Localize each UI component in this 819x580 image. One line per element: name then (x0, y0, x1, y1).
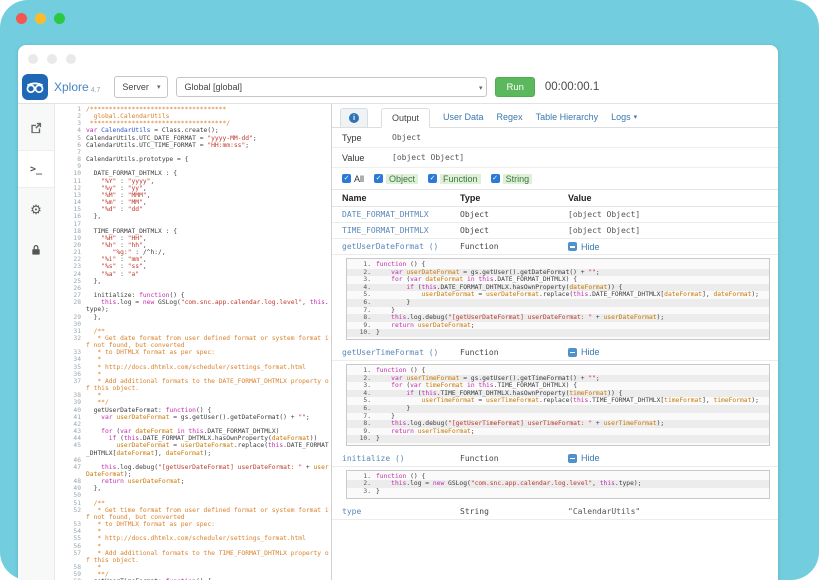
result-row: typeString"CalendarUtils" (332, 504, 778, 520)
zoom-window-button[interactable] (54, 13, 65, 24)
result-row: DATE_FORMAT_DHTMLXObject[object Object] (332, 207, 778, 223)
result-type: Object (460, 210, 568, 219)
tab-logs[interactable]: Logs ▾ (611, 112, 637, 127)
tab-output[interactable]: Output (381, 108, 430, 128)
result-name-link[interactable]: initialize () (342, 454, 460, 463)
toolbar: Xplore 4.7 Server ▾ ▾ Run 00:00:00.1 (18, 71, 778, 104)
result-value: "CalendarUtils" (568, 507, 778, 516)
result-row: initialize ()FunctionHide (332, 451, 778, 467)
window-dot (66, 54, 76, 64)
function-source-block: 1.function () {2. this.log = new GSLog("… (346, 470, 770, 499)
column-name: Name (342, 193, 460, 203)
close-window-button[interactable] (16, 13, 27, 24)
type-row: Type Object (332, 128, 778, 148)
hide-button[interactable]: Hide (568, 453, 778, 463)
result-name-link[interactable]: getUserTimeFormat () (342, 348, 460, 357)
result-value: [object Object] (568, 226, 778, 235)
caret-down-icon: ▾ (157, 83, 161, 91)
result-type: String (460, 507, 568, 516)
hide-button[interactable]: Hide (568, 347, 778, 357)
checkbox-checked-icon[interactable]: ✓ (374, 174, 383, 183)
result-value: [object Object] (568, 210, 778, 219)
code-editor[interactable]: 1/************************************2 … (55, 104, 332, 580)
function-source-block: 1.function () {2. var userDateFormat = g… (346, 258, 770, 340)
server-select[interactable]: Server ▾ (114, 76, 168, 98)
open-in-new-icon[interactable] (18, 110, 54, 146)
xplore-window: Xplore 4.7 Server ▾ ▾ Run 00:00:00.1 (18, 45, 778, 580)
minimize-window-button[interactable] (35, 13, 46, 24)
result-type: Function (460, 242, 568, 251)
screenshot-frame: Xplore 4.7 Server ▾ ▾ Run 00:00:00.1 (0, 0, 819, 580)
tab-table-hierarchy[interactable]: Table Hierarchy (536, 112, 599, 127)
side-iconbar: >_ ⚙ (18, 104, 55, 580)
result-row: TIME_FORMAT_DHTMLXObject[object Object] (332, 223, 778, 239)
caret-down-icon: ▾ (634, 113, 638, 121)
checkbox-checked-icon[interactable]: ✓ (491, 174, 500, 183)
hide-button[interactable]: Hide (568, 242, 778, 252)
scope-input[interactable] (176, 77, 487, 97)
collapse-icon (568, 348, 577, 357)
result-type: Function (460, 454, 568, 463)
app-version: 4.7 (91, 87, 101, 94)
tab-info[interactable]: i (340, 108, 368, 127)
filter-row: ✓ All ✓ Object ✓ Function ✓ String (332, 168, 778, 189)
gear-icon[interactable]: ⚙ (18, 192, 54, 228)
xplore-logo-icon (22, 74, 48, 100)
filter-object[interactable]: ✓ Object (374, 174, 418, 184)
results-pane: i Output User Data Regex Table Hierarchy… (332, 104, 778, 580)
value-row: Value [object Object] (332, 148, 778, 168)
function-source-block: 1.function () {2. var userTimeFormat = g… (346, 364, 770, 446)
traffic-lights (16, 13, 65, 24)
app-title: Xplore (54, 80, 89, 94)
type-value: Object (392, 133, 421, 142)
info-icon: i (349, 113, 359, 123)
filter-string[interactable]: ✓ String (491, 174, 533, 184)
terminal-icon[interactable]: >_ (18, 150, 54, 188)
run-button[interactable]: Run (495, 77, 534, 97)
execution-timer: 00:00:00.1 (545, 81, 599, 93)
checkbox-checked-icon[interactable]: ✓ (342, 174, 351, 183)
filter-function[interactable]: ✓ Function (428, 174, 481, 184)
checkbox-checked-icon[interactable]: ✓ (428, 174, 437, 183)
collapse-icon (568, 242, 577, 251)
result-row: getUserDateFormat ()FunctionHide (332, 239, 778, 255)
lock-icon[interactable] (18, 232, 54, 268)
value-label: Value (342, 153, 392, 163)
result-name-link[interactable]: getUserDateFormat () (342, 242, 460, 251)
results-table-header: Name Type Value (332, 189, 778, 207)
caret-down-icon: ▾ (479, 84, 483, 92)
window-dot (47, 54, 57, 64)
window-dot (28, 54, 38, 64)
result-name-link[interactable]: DATE_FORMAT_DHTMLX (342, 210, 460, 219)
result-row: getUserTimeFormat ()FunctionHide (332, 345, 778, 361)
type-label: Type (342, 133, 392, 143)
results-tabs: i Output User Data Regex Table Hierarchy… (332, 104, 778, 128)
result-name-link[interactable]: type (342, 507, 460, 516)
filter-all[interactable]: ✓ All (342, 174, 364, 184)
result-type: Object (460, 226, 568, 235)
tab-user-data[interactable]: User Data (443, 112, 484, 127)
column-value: Value (568, 193, 778, 203)
result-name-link[interactable]: TIME_FORMAT_DHTMLX (342, 226, 460, 235)
column-type: Type (460, 193, 568, 203)
collapse-icon (568, 454, 577, 463)
tab-regex[interactable]: Regex (497, 112, 523, 127)
result-type: Function (460, 348, 568, 357)
results-rows: DATE_FORMAT_DHTMLXObject[object Object]T… (332, 207, 778, 520)
value-value: [object Object] (392, 153, 464, 162)
inner-window-dots (18, 45, 778, 69)
